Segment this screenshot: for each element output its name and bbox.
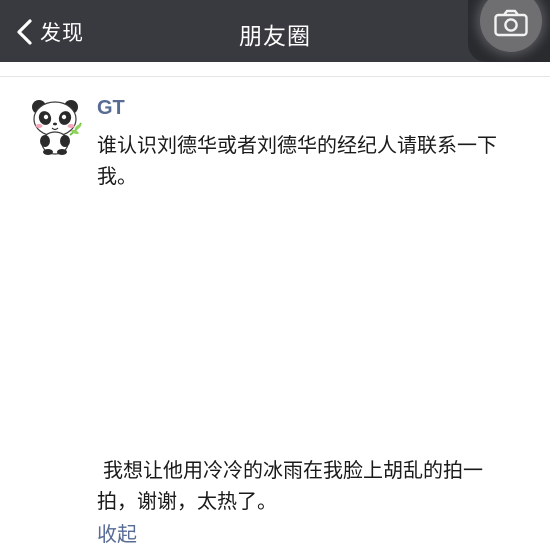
top-navigation-bar: 发现 朋友圈 <box>0 0 550 62</box>
camera-button-highlight <box>480 0 542 52</box>
moments-post: GT 谁认识刘德华或者刘德华的经纪人请联系一下我。 我想让他用冷冷的冰雨在我脸上… <box>0 77 550 551</box>
post-text: 谁认识刘德华或者刘德华的经纪人请联系一下我。 <box>97 133 497 188</box>
post-comment-text: 我想让他用冷冷的冰雨在我脸上胡乱的拍一拍，谢谢，太热了。 <box>97 458 483 513</box>
panda-avatar-icon[interactable] <box>28 99 82 155</box>
post-username[interactable]: GT <box>97 97 125 120</box>
camera-button[interactable] <box>468 0 550 62</box>
collapse-link[interactable]: 收起 <box>97 518 137 547</box>
camera-icon <box>494 9 528 37</box>
